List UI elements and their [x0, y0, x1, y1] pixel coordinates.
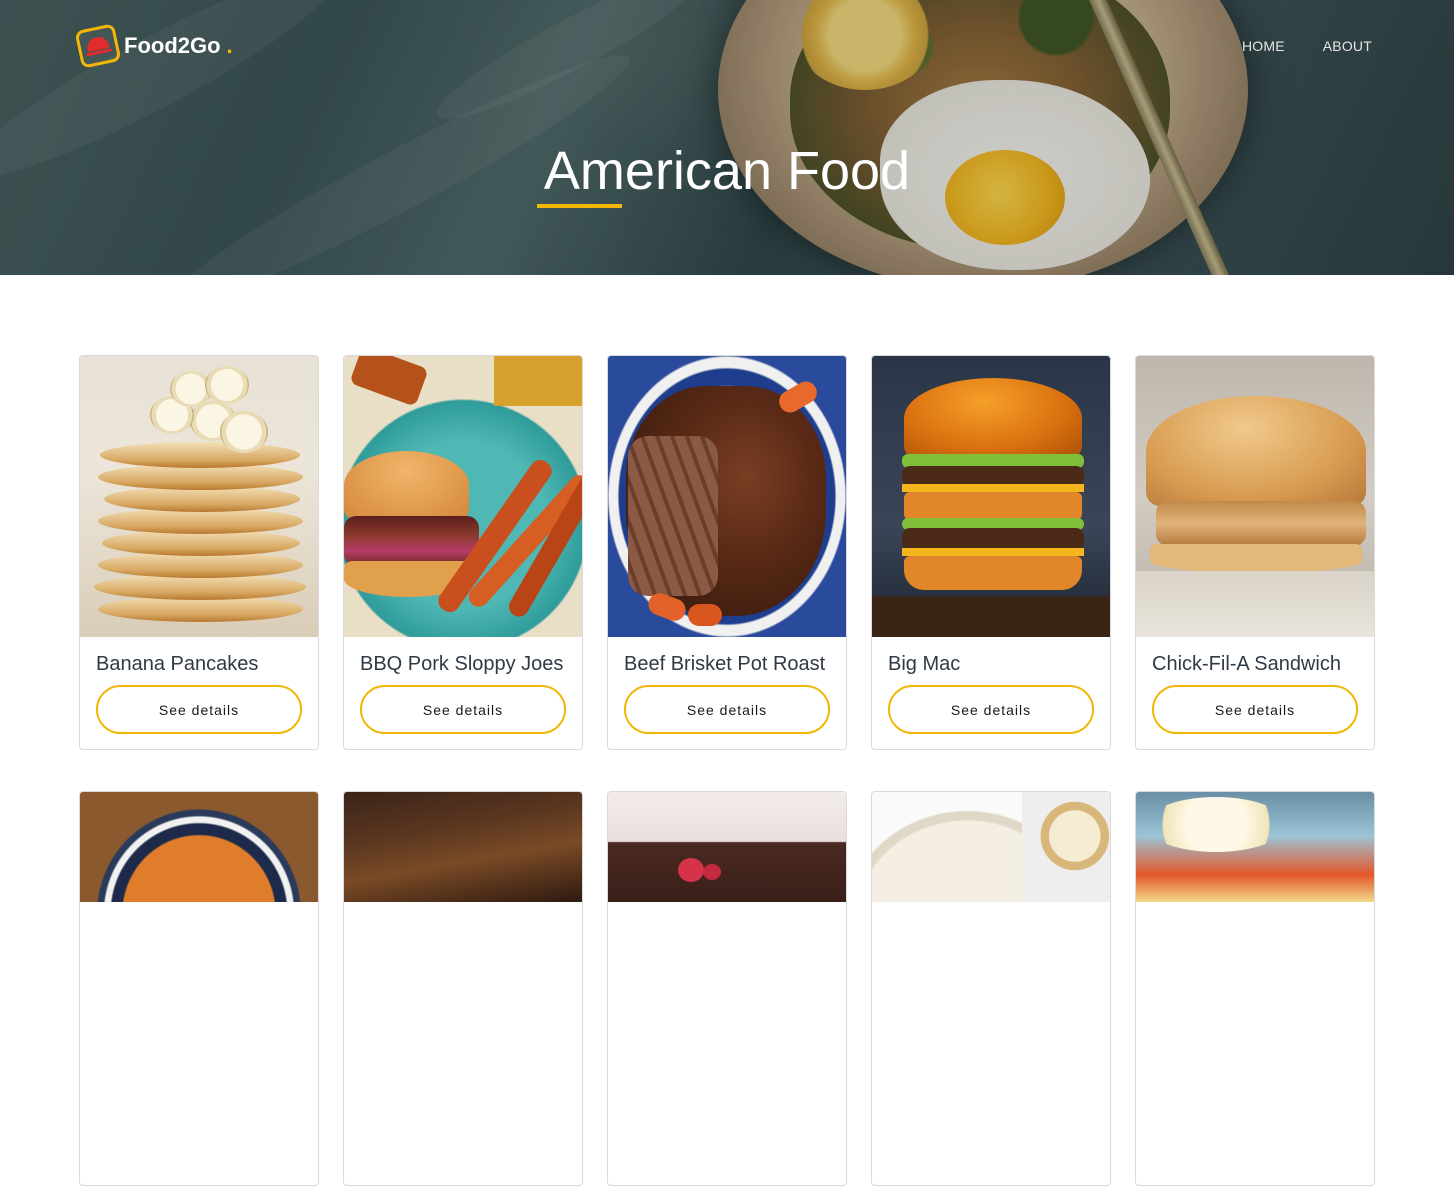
- see-details-button[interactable]: See details: [96, 685, 302, 734]
- food-image[interactable]: [80, 792, 318, 902]
- food-card: [871, 791, 1111, 1186]
- title-underline: [537, 204, 622, 208]
- food-image-bbq-pork-sloppy-joes[interactable]: [344, 356, 582, 637]
- see-details-button[interactable]: See details: [360, 685, 566, 734]
- nav-home-link[interactable]: HOME: [1242, 38, 1285, 54]
- brand-dot: .: [226, 33, 233, 58]
- brand-name: Food2Go: [124, 33, 221, 58]
- food-image-chick-fil-a-sandwich[interactable]: [1136, 356, 1374, 637]
- food-image-beef-brisket-pot-roast[interactable]: [608, 356, 846, 637]
- food-card: [607, 791, 847, 1186]
- see-details-button[interactable]: See details: [624, 685, 830, 734]
- hero-banner: Food2Go. HOME ABOUT American Food: [0, 0, 1454, 275]
- food-name: Beef Brisket Pot Roast: [624, 653, 826, 675]
- food-card: BBQ Pork Sloppy Joes See details: [343, 355, 583, 750]
- food-name: Chick-Fil-A Sandwich: [1152, 653, 1341, 675]
- food-card: [79, 791, 319, 1186]
- main-nav: HOME ABOUT: [1242, 38, 1372, 54]
- see-details-button[interactable]: See details: [1152, 685, 1358, 734]
- food-card: Banana Pancakes See details: [79, 355, 319, 750]
- food-card: [343, 791, 583, 1186]
- food-image-big-mac[interactable]: [872, 356, 1110, 637]
- food-image[interactable]: [344, 792, 582, 902]
- food-image[interactable]: [872, 792, 1110, 902]
- nav-about-link[interactable]: ABOUT: [1323, 38, 1372, 54]
- food-card: Big Mac See details: [871, 355, 1111, 750]
- food-card: Beef Brisket Pot Roast See details: [607, 355, 847, 750]
- page-title: American Food: [543, 141, 911, 201]
- food-name: Banana Pancakes: [96, 653, 259, 675]
- food-image[interactable]: [1136, 792, 1374, 902]
- food-card: Chick-Fil-A Sandwich See details: [1135, 355, 1375, 750]
- food-image-banana-pancakes[interactable]: [80, 356, 318, 637]
- food-card: [1135, 791, 1375, 1186]
- food-name: Big Mac: [888, 653, 961, 675]
- cloche-icon: [74, 23, 122, 69]
- brand-logo[interactable]: Food2Go.: [74, 23, 233, 69]
- see-details-button[interactable]: See details: [888, 685, 1094, 734]
- food-name: BBQ Pork Sloppy Joes: [360, 653, 564, 675]
- food-image[interactable]: [608, 792, 846, 902]
